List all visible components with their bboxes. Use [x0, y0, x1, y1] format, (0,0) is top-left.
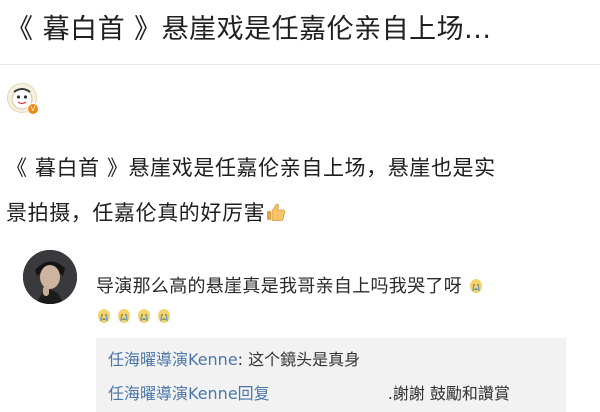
verified-badge-icon: V [27, 103, 39, 115]
post-body-line: 景拍摄，任嘉伦真的好厉害 [6, 191, 586, 236]
crying-face-icon [158, 309, 170, 323]
thumbs-up-icon [267, 203, 286, 221]
crying-face-icon [470, 279, 483, 293]
reply-text: 这个鏡头是真身 [248, 350, 361, 369]
comment-body: 导演那么高的悬崖真是我哥亲自上吗我哭了呀 [96, 272, 566, 332]
reply-item[interactable]: 任海曜導演Kenne: 这个鏡头是真身 [108, 348, 360, 372]
title-divider [0, 64, 600, 65]
reply-author-link[interactable]: 任海曜導演Kenne [108, 350, 238, 369]
post-body-line: 《 暮白首 》悬崖戏是任嘉伦亲自上场，悬崖也是实 [6, 156, 496, 180]
reply-separator: 回复 [237, 384, 270, 403]
commenter-avatar[interactable] [23, 250, 77, 304]
comment-text: 导演那么高的悬崖真是我哥亲自上吗我哭了呀 [96, 276, 462, 297]
crying-face-icon [138, 309, 150, 323]
reply-author-link[interactable]: 任海曜導演Kenne [108, 384, 238, 403]
reply-separator: : [237, 350, 249, 369]
profile-photo-icon [23, 250, 77, 304]
post-body-text: 景拍摄，任嘉伦真的好厉害 [6, 201, 266, 225]
comment-line: 导演那么高的悬崖真是我哥亲自上吗我哭了呀 [96, 272, 566, 302]
reply-thread: 任海曜導演Kenne: 这个鏡头是真身 任海曜導演Kenne回复 .謝謝 鼓勵和讚… [96, 338, 566, 412]
post-body: 《 暮白首 》悬崖戏是任嘉伦亲自上场，悬崖也是实 景拍摄，任嘉伦真的好厉害 [6, 146, 586, 236]
crying-face-icon [118, 309, 130, 323]
reply-item[interactable]: 任海曜導演Kenne回复 .謝謝 鼓勵和讚賞 [108, 382, 510, 406]
screenshot-page: 《 暮白首 》悬崖戏是任嘉伦亲自上场... V 《 暮白首 》悬崖戏是任嘉伦亲自… [0, 0, 600, 412]
crying-face-icon [98, 309, 110, 323]
post-title[interactable]: 《 暮白首 》悬崖戏是任嘉伦亲自上场... [6, 10, 596, 50]
emoji-row [96, 302, 566, 332]
reply-text: .謝謝 鼓勵和讚賞 [387, 384, 510, 403]
